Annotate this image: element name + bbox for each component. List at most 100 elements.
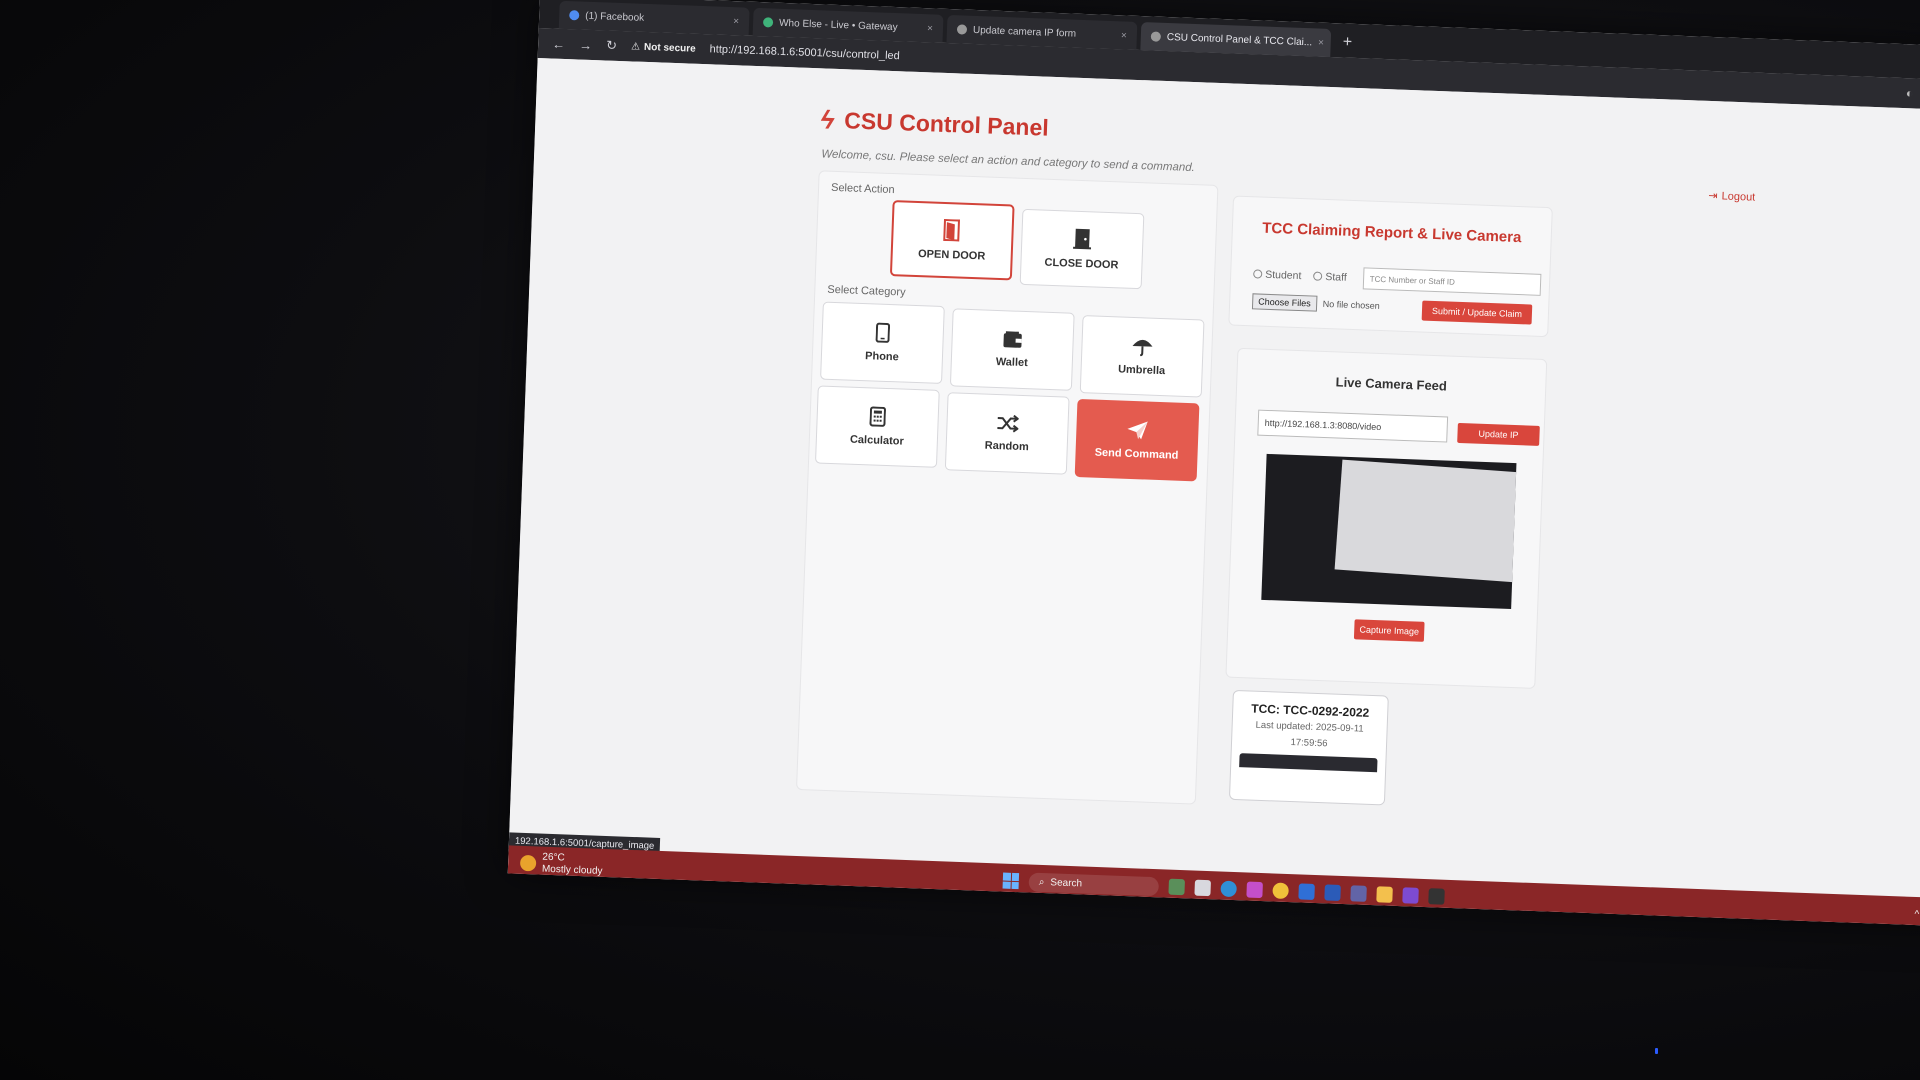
umbrella-icon: [1132, 339, 1153, 357]
visual-studio-icon[interactable]: [1402, 887, 1419, 904]
radio-circle-icon: [1313, 271, 1323, 281]
new-tab-button[interactable]: +: [1334, 33, 1360, 58]
windows-start-icon[interactable]: [1002, 872, 1020, 890]
close-tab-icon[interactable]: ×: [733, 16, 739, 27]
phone-icon: [875, 322, 891, 343]
close-tab-icon[interactable]: ×: [1121, 30, 1127, 41]
paper-plane-icon: [1127, 421, 1148, 440]
security-label: Not secure: [643, 41, 696, 55]
tcc-time: 17:59:56: [1290, 737, 1328, 750]
calculator-icon: [869, 406, 886, 427]
tcc-report-card: TCC Claiming Report & Live Camera Studen…: [1228, 195, 1553, 338]
widget-app-icon[interactable]: [1168, 878, 1185, 896]
tcc-number-input[interactable]: TCC Number or Staff ID: [1362, 267, 1542, 296]
file-app-icon[interactable]: [1194, 879, 1211, 897]
weather-widget[interactable]: 26°C Mostly cloudy: [519, 851, 603, 878]
shuffle-icon: [997, 414, 1019, 433]
address-bar-actions: ◐ ☆ ▢: [1906, 86, 1920, 102]
open-door-label: OPEN DOOR: [917, 248, 986, 263]
welcome-text: Welcome, csu. Please select an action an…: [821, 148, 1196, 175]
category-wallet-button[interactable]: Wallet: [949, 308, 1075, 391]
category-phone-button[interactable]: Phone: [820, 301, 945, 384]
camera-url-input[interactable]: http://192.168.1.3:8080/video: [1257, 409, 1449, 443]
open-door-button[interactable]: OPEN DOOR: [889, 200, 1015, 281]
monitor-screen: (1) Facebook × Who Else - Live • Gateway…: [507, 0, 1920, 927]
warning-icon: ⚠: [630, 40, 641, 53]
tab-label: Update camera IP form: [972, 24, 1077, 40]
radio-circle-icon: [1253, 269, 1263, 279]
outlook-icon[interactable]: [1298, 883, 1315, 900]
select-action-label: Select Action: [830, 181, 895, 197]
logout-icon: ⇥: [1708, 189, 1718, 203]
no-file-text: No file chosen: [1322, 298, 1380, 311]
send-command-button[interactable]: Send Command: [1074, 398, 1200, 482]
camera-title: Live Camera Feed: [1335, 374, 1448, 394]
staff-radio[interactable]: Staff: [1313, 271, 1347, 284]
tcc-record-card: TCC: TCC-0292-2022 Last updated: 2025-09…: [1228, 689, 1389, 806]
globe-icon: [956, 24, 968, 35]
edge-icon[interactable]: [1220, 880, 1237, 898]
photo-scene: (1) Facebook × Who Else - Live • Gateway…: [0, 0, 1920, 1080]
wallet-label: Wallet: [995, 355, 1029, 370]
folder-icon[interactable]: [1376, 886, 1393, 903]
choose-files-button[interactable]: Choose Files: [1251, 293, 1317, 312]
category-umbrella-button[interactable]: Umbrella: [1079, 315, 1205, 398]
site-icon: [762, 17, 774, 28]
wallet-icon: [1003, 331, 1022, 348]
reload-icon[interactable]: ↻: [606, 37, 617, 53]
camera-feed-screen-image: [1334, 459, 1517, 583]
student-label: Student: [1264, 268, 1302, 283]
submit-claim-button[interactable]: Submit / Update Claim: [1421, 300, 1533, 325]
report-panel: TCC Claiming Report & Live Camera Studen…: [1211, 186, 1554, 817]
select-category-label: Select Category: [827, 283, 906, 299]
capture-image-button[interactable]: Capture Image: [1353, 619, 1425, 642]
read-aloud-icon[interactable]: ◐: [1906, 86, 1914, 100]
close-door-label: CLOSE DOOR: [1044, 256, 1119, 272]
word-icon[interactable]: [1324, 884, 1341, 901]
page-header: ϟ CSU Control Panel: [820, 104, 1049, 143]
taskbar: 26°C Mostly cloudy ⌕ Search ^: [507, 845, 1920, 927]
tab-label: (1) Facebook: [585, 10, 645, 24]
chrome-icon[interactable]: [1272, 882, 1289, 900]
security-indicator[interactable]: ⚠ Not secure: [631, 41, 696, 54]
open-door-icon: [943, 218, 961, 242]
category-calculator-button[interactable]: Calculator: [814, 385, 940, 468]
taskbar-center: ⌕ Search: [1002, 871, 1445, 906]
report-title: TCC Claiming Report & Live Camera: [1261, 219, 1522, 247]
search-icon: ⌕: [1038, 876, 1045, 888]
student-radio[interactable]: Student: [1253, 268, 1302, 282]
role-selector: Student Staff TCC Number or Staff ID: [1253, 263, 1542, 296]
tcc-id: TCC: TCC-0292-2022: [1251, 701, 1370, 720]
weather-text: 26°C Mostly cloudy: [542, 852, 603, 878]
teams-icon[interactable]: [1350, 885, 1367, 902]
chevron-up-icon[interactable]: ^: [1914, 908, 1919, 919]
page-title: CSU Control Panel: [843, 107, 1050, 141]
live-camera-card: Live Camera Feed http://192.168.1.3:8080…: [1225, 347, 1548, 689]
close-door-icon: [1073, 228, 1092, 250]
control-panel: Select Action OPEN DOOR CLOSE DOOR Selec…: [796, 170, 1219, 805]
category-random-button[interactable]: Random: [944, 392, 1070, 475]
close-door-button[interactable]: CLOSE DOOR: [1019, 208, 1145, 290]
close-tab-icon[interactable]: ×: [1318, 37, 1324, 48]
search-label: Search: [1050, 876, 1083, 889]
forward-icon[interactable]: →: [579, 37, 593, 52]
globe-icon: [1150, 31, 1162, 42]
calculator-label: Calculator: [849, 433, 904, 448]
camera-feed-video: [1261, 453, 1517, 609]
update-ip-button[interactable]: Update IP: [1457, 422, 1540, 446]
back-icon[interactable]: ←: [552, 36, 566, 51]
lightning-icon: ϟ: [820, 104, 835, 135]
system-tray: ^ ◔: [1914, 908, 1920, 920]
logout-label: Logout: [1721, 189, 1756, 204]
taskbar-search[interactable]: ⌕ Search: [1028, 872, 1160, 896]
logout-link[interactable]: ⇥ Logout: [1708, 189, 1755, 204]
url-field[interactable]: http://192.168.1.6:5001/csu/control_led: [709, 43, 900, 62]
file-upload-row: Choose Files No file chosen: [1251, 293, 1380, 314]
weather-condition: Mostly cloudy: [541, 863, 603, 877]
facebook-icon: [569, 10, 580, 21]
monitor-power-led: [1655, 1048, 1658, 1054]
copilot-icon[interactable]: [1246, 881, 1263, 899]
terminal-icon[interactable]: [1428, 888, 1445, 905]
random-label: Random: [984, 439, 1029, 454]
close-tab-icon[interactable]: ×: [927, 23, 933, 34]
